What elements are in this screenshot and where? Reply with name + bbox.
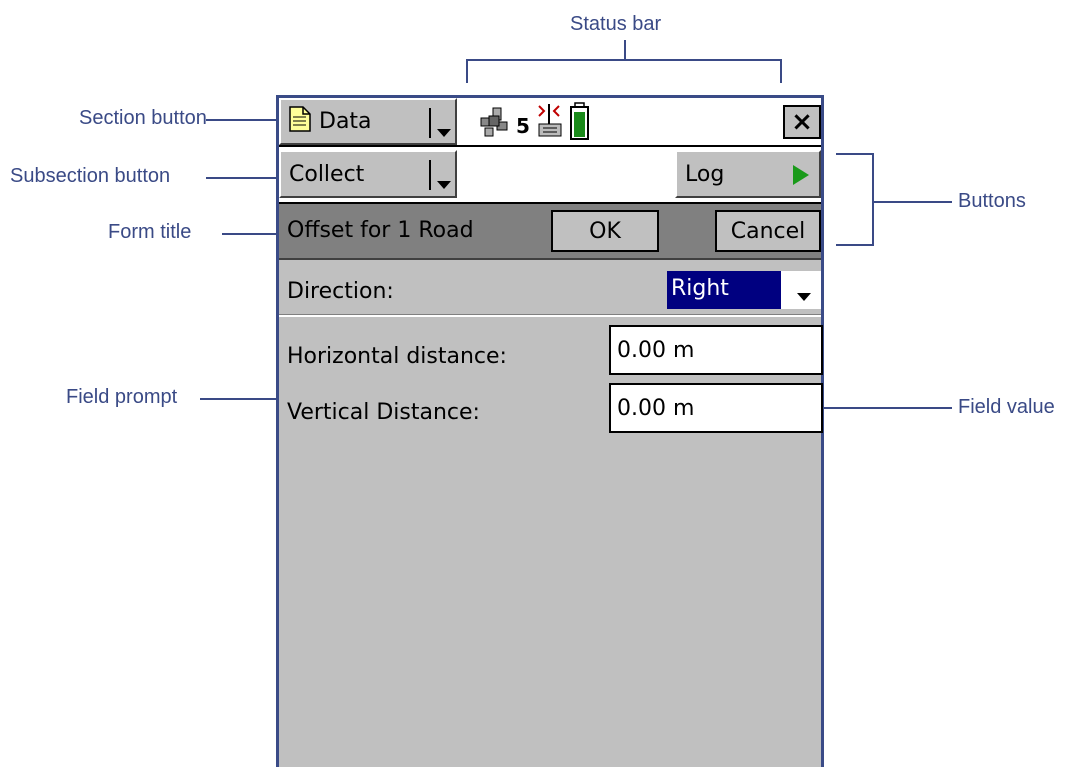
status-bar: Data 5 ×: [279, 98, 821, 147]
form-title: Offset for 1 Road: [287, 218, 474, 243]
play-icon: [792, 164, 810, 192]
vertical-distance-prompt: Vertical Distance:: [287, 400, 480, 425]
horizontal-distance-value: 0.00 m: [617, 337, 695, 363]
section-divider: [429, 108, 431, 138]
vertical-distance-field[interactable]: 0.00 m: [609, 383, 823, 433]
close-button[interactable]: ×: [783, 105, 821, 139]
battery-icon: [569, 102, 591, 146]
direction-prompt: Direction:: [287, 279, 394, 304]
callout-bracket-status-right: [780, 59, 782, 83]
satellite-count: 5: [516, 114, 530, 138]
callout-bracket-buttons: [872, 153, 874, 246]
subsection-button-label: Collect: [289, 161, 365, 187]
cancel-button[interactable]: Cancel: [715, 210, 821, 252]
radio-signal-icon: [535, 102, 569, 144]
close-icon: ×: [791, 107, 813, 137]
callout-line-status: [624, 40, 626, 60]
horizontal-distance-field[interactable]: 0.00 m: [609, 325, 823, 375]
form-title-bar: Offset for 1 Road OK Cancel: [279, 204, 821, 260]
callout-field-prompt: Field prompt: [66, 386, 178, 408]
subsection-bar: Collect Log: [279, 147, 821, 204]
device-screen: Data 5 × Collect Log Offset for 1 Road O…: [276, 95, 824, 767]
direction-row: Direction: Right: [279, 263, 821, 317]
chevron-down-icon: [437, 170, 451, 195]
callout-bracket-buttons-top: [836, 153, 874, 155]
callout-line-section: [206, 119, 280, 121]
callout-form-title: Form title: [108, 221, 192, 243]
callout-bracket-buttons-bottom: [836, 244, 874, 246]
log-button-label: Log: [685, 161, 725, 187]
chevron-down-icon: [797, 286, 811, 305]
section-button[interactable]: Data: [279, 98, 457, 145]
callout-line-form-title: [222, 233, 280, 235]
vertical-distance-value: 0.00 m: [617, 395, 695, 421]
callout-line-buttons: [872, 201, 952, 203]
section-button-label: Data: [319, 109, 372, 134]
callout-bracket-status-left: [466, 59, 468, 83]
ok-button-label: OK: [589, 218, 621, 244]
callout-buttons: Buttons: [958, 190, 1026, 212]
callout-status-bar: Status bar: [570, 13, 662, 35]
subsection-divider: [429, 160, 431, 190]
callout-line-subsection: [206, 177, 280, 179]
callout-line-field-prompt: [200, 398, 284, 400]
callout-bracket-status: [466, 59, 782, 61]
callout-section-button: Section button: [79, 107, 207, 129]
ok-button[interactable]: OK: [551, 210, 659, 252]
callout-field-value: Field value: [958, 396, 1055, 418]
chevron-down-icon: [437, 118, 451, 143]
cancel-button-label: Cancel: [730, 218, 806, 244]
direction-select[interactable]: Right: [667, 271, 821, 309]
horizontal-distance-prompt: Horizontal distance:: [287, 344, 507, 369]
document-icon: [289, 105, 311, 138]
callout-subsection-button: Subsection button: [10, 165, 171, 187]
satellite-icon: [477, 104, 513, 142]
direction-value: Right: [667, 271, 781, 309]
subsection-button[interactable]: Collect: [279, 150, 457, 198]
log-button[interactable]: Log: [675, 150, 821, 198]
